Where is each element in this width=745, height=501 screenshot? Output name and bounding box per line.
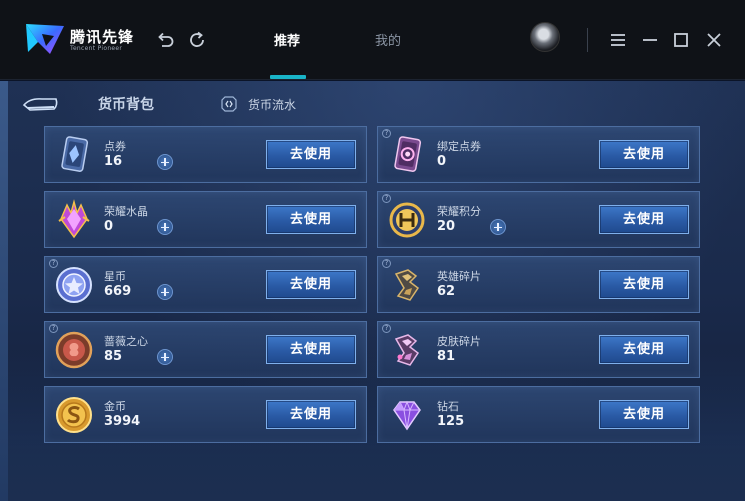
hero-fragment-icon: [386, 264, 428, 306]
currency-card-glory-crystal: 荣耀水晶 0 去使用: [44, 191, 367, 248]
currency-name: 星币: [104, 270, 126, 283]
add-glory-points-button[interactable]: [490, 219, 506, 235]
currency-card-diamond: 钻石 125 去使用: [377, 386, 700, 443]
rose-heart-icon: [53, 329, 95, 371]
currency-card-star-coin: ? 星币 669 去使用: [44, 256, 367, 313]
use-rose-heart-button[interactable]: 去使用: [266, 335, 356, 364]
currency-panel: 货币背包 货币流水 点券 16 去使用 ? 绑定点券 0 去使用 荣耀水晶 0: [0, 81, 745, 501]
menu-icon[interactable]: [607, 29, 629, 51]
skin-fragment-icon: [386, 329, 428, 371]
use-gold-coin-button[interactable]: 去使用: [266, 400, 356, 429]
tab-mine[interactable]: 我的: [375, 30, 401, 49]
currency-name: 点券: [104, 140, 126, 153]
add-star-coin-button[interactable]: [157, 284, 173, 300]
currency-amount: 125: [437, 414, 465, 429]
use-coupon-button[interactable]: 去使用: [266, 140, 356, 169]
currency-amount: 85: [104, 349, 123, 364]
add-coupon-button[interactable]: [157, 154, 173, 170]
currency-name: 绑定点券: [437, 140, 481, 153]
currency-flow-label: 货币流水: [248, 98, 297, 112]
currency-card-gold-coin: 金币 3994 去使用: [44, 386, 367, 443]
currency-card-coupon: 点券 16 去使用: [44, 126, 367, 183]
use-glory-points-button[interactable]: 去使用: [599, 205, 689, 234]
currency-amount: 81: [437, 349, 456, 364]
use-bound-coupon-button[interactable]: 去使用: [599, 140, 689, 169]
currency-name: 金币: [104, 400, 126, 413]
undo-icon[interactable]: [154, 29, 176, 51]
currency-amount: 20: [437, 219, 456, 234]
brand-name: 腾讯先锋: [70, 28, 135, 46]
refresh-icon[interactable]: [186, 29, 208, 51]
active-tab-indicator: [270, 75, 306, 79]
currency-card-glory-points: ? 荣耀积分 20 去使用: [377, 191, 700, 248]
currency-card-bound-coupon: ? 绑定点券 0 去使用: [377, 126, 700, 183]
star-coin-icon: [53, 264, 95, 306]
currency-name: 皮肤碎片: [437, 335, 481, 348]
currency-card-rose-heart: ? 蔷薇之心 85 去使用: [44, 321, 367, 378]
glory-crystal-icon: [53, 199, 95, 241]
gold-coin-icon: [53, 394, 95, 436]
currency-name: 荣耀水晶: [104, 205, 148, 218]
currency-amount: 0: [437, 154, 447, 169]
brand-subtitle: Tencent Pioneer: [70, 45, 123, 52]
app-logo: 腾讯先锋 Tencent Pioneer: [24, 20, 154, 58]
close-icon[interactable]: [703, 29, 725, 51]
diamond-icon: [386, 394, 428, 436]
currency-amount: 62: [437, 284, 456, 299]
title-bar: 腾讯先锋 Tencent Pioneer 推荐 我的: [0, 0, 745, 80]
currency-name: 荣耀积分: [437, 205, 481, 218]
currency-amount: 3994: [104, 414, 141, 429]
use-diamond-button[interactable]: 去使用: [599, 400, 689, 429]
currency-amount: 16: [104, 154, 123, 169]
bound-coupon-icon: [386, 134, 428, 176]
currency-name: 英雄碎片: [437, 270, 481, 283]
coupon-icon: [53, 134, 95, 176]
currency-name: 钻石: [437, 400, 459, 413]
avatar[interactable]: [530, 22, 560, 52]
currency-amount: 0: [104, 219, 114, 234]
currency-card-skin-fragment: ? 皮肤碎片 81 去使用: [377, 321, 700, 378]
maximize-icon[interactable]: [670, 29, 692, 51]
tab-currency-backpack[interactable]: 货币背包: [98, 94, 154, 114]
glory-points-icon: [386, 199, 428, 241]
use-star-coin-button[interactable]: 去使用: [266, 270, 356, 299]
use-skin-fragment-button[interactable]: 去使用: [599, 335, 689, 364]
tencent-pioneer-logo-icon: [26, 24, 64, 54]
add-rose-heart-button[interactable]: [157, 349, 173, 365]
add-glory-crystal-button[interactable]: [157, 219, 173, 235]
use-glory-crystal-button[interactable]: 去使用: [266, 205, 356, 234]
toolbar-divider: [587, 28, 588, 52]
currency-card-hero-fragment: ? 英雄碎片 62 去使用: [377, 256, 700, 313]
currency-flow-icon: [221, 96, 237, 112]
currency-amount: 669: [104, 284, 132, 299]
use-hero-fragment-button[interactable]: 去使用: [599, 270, 689, 299]
minimize-icon[interactable]: [639, 29, 661, 51]
currency-name: 蔷薇之心: [104, 335, 148, 348]
tab-recommend[interactable]: 推荐: [274, 30, 300, 49]
back-arrow-icon[interactable]: [20, 95, 60, 115]
